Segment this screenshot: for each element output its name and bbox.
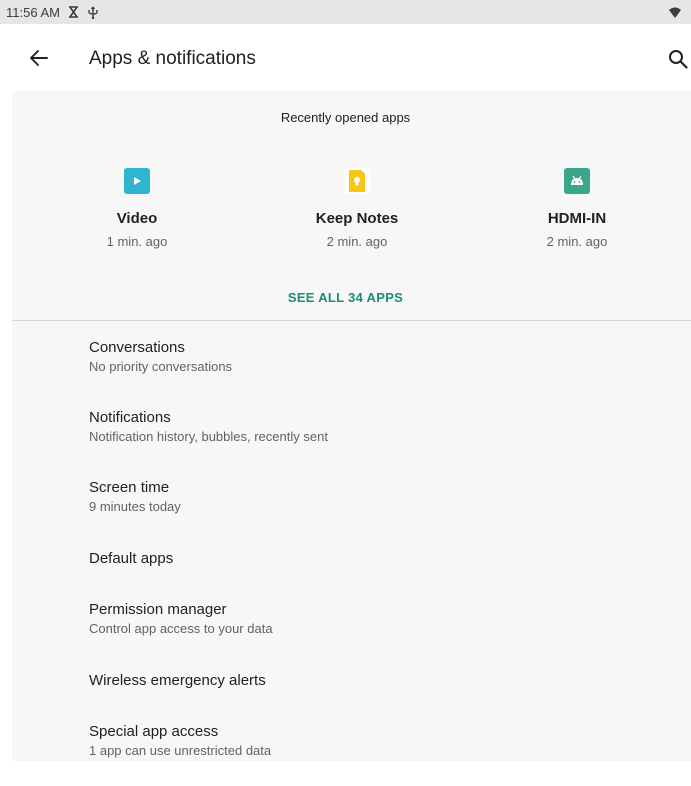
app-bar: Apps & notifications [12, 24, 691, 91]
section-divider [12, 320, 691, 321]
back-button[interactable] [28, 47, 50, 69]
status-time: 11:56 AM [6, 4, 60, 20]
setting-default-apps[interactable]: Default apps [89, 550, 669, 568]
setting-title: Default apps [89, 550, 174, 567]
setting-summary: Notification history, bubbles, recently … [89, 429, 328, 444]
arrow-left-icon [30, 50, 48, 66]
setting-conversations[interactable]: Conversations No priority conversations [89, 339, 669, 375]
setting-summary: No priority conversations [89, 359, 233, 374]
search-icon [669, 50, 688, 69]
settings-screen: 11:56 AM Apps & notifications Recently o… [0, 0, 691, 786]
setting-title: Screen time [89, 479, 170, 496]
recent-apps-header: Recently opened apps [280, 110, 411, 125]
setting-permission-manager[interactable]: Permission manager Control app access to… [89, 601, 669, 637]
setting-title: Special app access [89, 723, 219, 740]
recent-app-keep-notes[interactable]: Keep Notes 2 min. ago [277, 168, 437, 249]
see-all-apps-button[interactable]: SEE ALL 34 APPS [0, 290, 691, 305]
recent-app-video[interactable]: Video 1 min. ago [57, 168, 217, 249]
usb-icon [87, 6, 99, 19]
recent-app-hdmi-in[interactable]: HDMI-IN 2 min. ago [497, 168, 657, 249]
search-button[interactable] [667, 48, 689, 70]
setting-summary: 1 app can use unrestricted data [89, 743, 272, 758]
setting-notifications[interactable]: Notifications Notification history, bubb… [89, 409, 669, 445]
settings-content: Recently opened apps Video 1 min. ago Ke… [12, 91, 691, 761]
recent-app-name: HDMI-IN [547, 210, 607, 227]
wifi-icon [669, 5, 681, 23]
setting-title: Notifications [89, 409, 171, 426]
video-play-icon [124, 168, 150, 194]
android-icon [564, 168, 590, 194]
recent-app-time: 1 min. ago [106, 234, 168, 249]
setting-summary: Control app access to your data [89, 621, 273, 636]
recent-app-name: Keep Notes [315, 210, 399, 227]
setting-title: Conversations [89, 339, 185, 356]
keep-notes-icon [344, 168, 370, 194]
status-bar: 11:56 AM [0, 0, 691, 24]
setting-summary: 9 minutes today [89, 499, 181, 514]
recent-app-name: Video [116, 210, 158, 227]
hourglass-icon [68, 6, 79, 18]
setting-special-app-access[interactable]: Special app access 1 app can use unrestr… [89, 723, 669, 759]
setting-screen-time[interactable]: Screen time 9 minutes today [89, 479, 669, 515]
recent-app-time: 2 min. ago [326, 234, 388, 249]
page-title: Apps & notifications [89, 48, 256, 69]
setting-title: Permission manager [89, 601, 227, 618]
setting-wireless-emergency-alerts[interactable]: Wireless emergency alerts [89, 672, 669, 690]
setting-title: Wireless emergency alerts [89, 672, 266, 689]
recent-app-time: 2 min. ago [546, 234, 608, 249]
